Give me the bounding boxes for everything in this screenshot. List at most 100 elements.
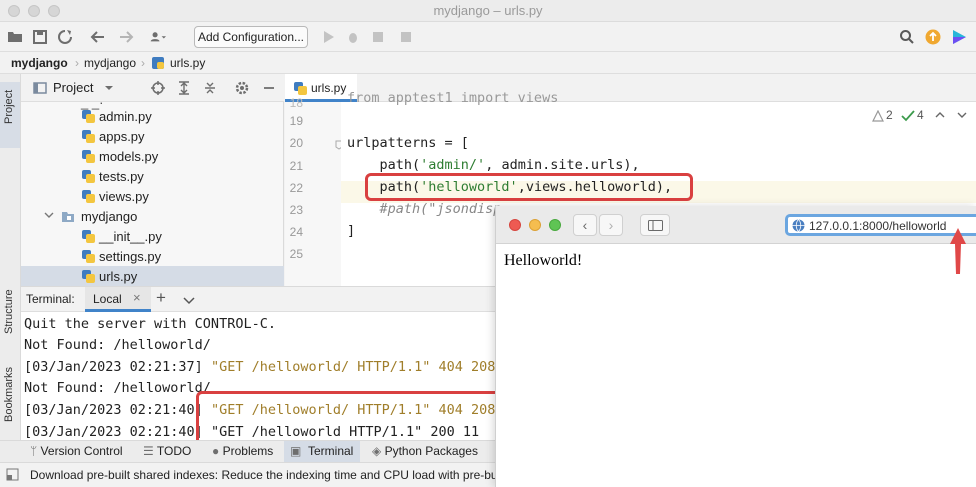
breadcrumb-project[interactable]: mydjango (11, 56, 68, 70)
line-number: 19 (289, 114, 303, 128)
browser-close-button[interactable] (509, 219, 521, 231)
status-bar: Download pre-built shared indexes: Reduc… (0, 462, 534, 487)
browser-minimize-button[interactable] (529, 219, 541, 231)
check-icon[interactable] (901, 110, 915, 122)
globe-icon (792, 219, 805, 232)
python-file-icon (82, 170, 95, 183)
python-file-icon (82, 270, 95, 283)
tree-item-settings-py[interactable]: settings.py (21, 246, 284, 266)
browser-window: ‹ › 127.0.0.1:8000/helloworld Helloworld… (495, 206, 976, 487)
breadcrumb-package[interactable]: mydjango (84, 56, 136, 70)
bookmarks-tool-tab[interactable]: Bookmarks (0, 354, 20, 434)
breadcrumb-separator: › (75, 56, 79, 70)
chevron-down-icon[interactable] (181, 292, 197, 308)
browser-url-text: 127.0.0.1:8000/helloworld (809, 219, 947, 233)
chevron-down-icon[interactable] (43, 209, 55, 221)
highlight-box-route (365, 173, 693, 201)
tree-item-admin-py[interactable]: admin.py (21, 106, 284, 126)
code-line-20: urlpatterns = [ (347, 135, 469, 151)
panel-toggle-icon[interactable] (6, 468, 19, 481)
terminal-icon: ▣ (290, 444, 302, 458)
annotation-arrow-icon (950, 228, 966, 274)
warning-count: 2 (886, 108, 893, 122)
bottom-tool-tabs: ᛘ Version Control ☰ TODO ● Problems ▣ Ter… (0, 440, 495, 462)
tree-item-tests-py[interactable]: tests.py (21, 166, 284, 186)
left-tool-strip: Project Structure Bookmarks (0, 74, 21, 462)
code-line-24: ] (347, 223, 356, 239)
terminal-tab-local[interactable]: Local × (85, 287, 151, 312)
version-control-tab[interactable]: ᛘ Version Control (30, 444, 123, 458)
structure-tool-tab[interactable]: Structure (0, 270, 20, 340)
stop-icon[interactable] (398, 29, 414, 45)
terminal-label: Terminal: (26, 292, 75, 306)
line-number: 21 (289, 159, 303, 173)
check-count: 4 (917, 108, 924, 122)
update-icon[interactable] (925, 29, 941, 45)
main-toolbar: Add Configuration... (0, 22, 976, 52)
window-title: mydjango – urls.py (433, 3, 543, 18)
line-number: 24 (289, 225, 303, 239)
problems-tab[interactable]: ● Problems (212, 444, 273, 458)
terminal-line: Quit the server with CONTROL-C. (24, 316, 276, 332)
sync-icon[interactable] (57, 29, 73, 45)
python-file-icon (82, 110, 95, 123)
add-configuration-button[interactable]: Add Configuration... (194, 26, 308, 48)
jetbrains-logo-icon[interactable] (951, 29, 967, 45)
save-icon[interactable] (32, 29, 48, 45)
editor-gutter: 18 19 20 21 22 23 24 25 (285, 96, 343, 286)
line-number: 20 (289, 136, 303, 150)
chevron-down-icon[interactable] (956, 109, 968, 121)
tree-item-init-py[interactable]: __init__.py (21, 226, 284, 246)
terminal-line: [03/Jan/2023 02:21:37] "GET /helloworld/… (24, 359, 495, 375)
browser-back-button[interactable]: ‹ (573, 214, 597, 236)
list-icon: ☰ (143, 444, 157, 458)
project-tree: _ _· admin.py apps.py models.py tests.py… (21, 95, 284, 286)
breadcrumb: mydjango › mydjango › urls.py (0, 52, 976, 74)
python-file-icon (294, 82, 307, 95)
sidebar-icon (648, 220, 663, 231)
tree-item-urls-py-selected[interactable]: urls.py (21, 266, 284, 286)
new-terminal-plus-icon[interactable]: + (156, 288, 166, 308)
problems-icon: ● (212, 444, 223, 458)
debug-icon[interactable] (345, 29, 361, 45)
browser-zoom-button[interactable] (549, 219, 561, 231)
branch-icon: ᛘ (30, 444, 41, 458)
line-number: 22 (289, 181, 303, 195)
run-icon[interactable] (320, 29, 336, 45)
python-packages-tab[interactable]: ◈ Python Packages (372, 444, 478, 458)
line-number: 23 (289, 203, 303, 217)
tree-item-views-py[interactable]: views.py (21, 186, 284, 206)
tree-item-apps-py[interactable]: apps.py (21, 126, 284, 146)
project-tool-tab[interactable]: Project (0, 82, 20, 148)
line-number-partial: 18 (289, 96, 303, 110)
code-line-21: path('admin/', admin.site.urls), (379, 157, 640, 173)
sidebar-toggle-button[interactable] (640, 214, 670, 236)
terminal-tab-active[interactable]: ▣ Terminal (284, 441, 360, 462)
status-message[interactable]: Download pre-built shared indexes: Reduc… (30, 468, 534, 482)
warning-icon[interactable] (872, 110, 884, 122)
coverage-icon[interactable] (371, 29, 387, 45)
package-folder-icon (62, 212, 74, 222)
browser-toolbar: ‹ › 127.0.0.1:8000/helloworld (496, 206, 976, 244)
packages-icon: ◈ (372, 444, 385, 458)
todo-tab[interactable]: ☰ TODO (143, 444, 191, 458)
user-dropdown-icon[interactable] (150, 29, 166, 45)
python-file-icon (82, 230, 95, 243)
close-icon[interactable]: × (133, 290, 141, 305)
chevron-right-icon: › (608, 217, 614, 233)
browser-forward-button[interactable]: › (599, 214, 623, 236)
line-number: 25 (289, 247, 303, 261)
back-arrow-icon[interactable] (90, 29, 106, 45)
tree-item-mydjango-folder[interactable]: mydjango (21, 206, 284, 226)
chevron-left-icon: ‹ (582, 217, 588, 233)
chevron-up-icon[interactable] (934, 109, 946, 121)
tree-item-models-py[interactable]: models.py (21, 146, 284, 166)
code-line-23: #path("jsondisp (379, 201, 502, 217)
search-icon[interactable] (899, 29, 915, 45)
python-file-icon (82, 190, 95, 203)
browser-page-text: Helloworld! (504, 252, 583, 269)
open-folder-icon[interactable] (7, 29, 23, 45)
breadcrumb-file[interactable]: urls.py (170, 56, 205, 70)
forward-arrow-icon[interactable] (118, 29, 134, 45)
terminal-line: Not Found: /helloworld/ (24, 337, 211, 353)
